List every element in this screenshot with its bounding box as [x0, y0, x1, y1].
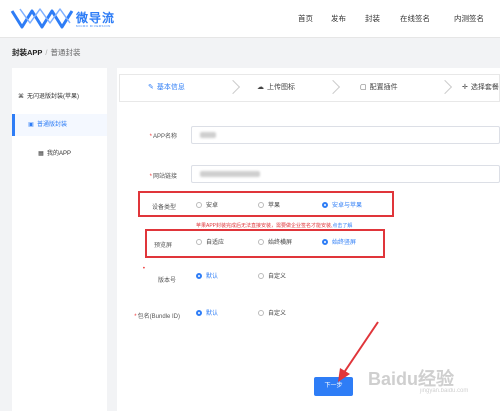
nav-online-sign[interactable]: 在线签名: [400, 13, 430, 25]
chevron-right-icon: [437, 79, 453, 95]
required-mark: •: [142, 266, 145, 272]
plus-icon: ✛: [462, 84, 468, 91]
next-step-button[interactable]: 下一步: [314, 377, 353, 396]
sidebar-item-label: 普通版封装: [37, 122, 68, 128]
ios-warning: 苹果APP封装完成后无法直接安装，需要做企业签名才能安装,点击了解: [196, 223, 353, 229]
redacted-value: [200, 132, 216, 138]
nav-publish[interactable]: 发布: [331, 13, 346, 25]
bundle-option-default[interactable]: 默认: [196, 308, 218, 317]
step-upload-icon[interactable]: ☁ 上传图标: [257, 75, 295, 101]
step-choose-plan[interactable]: ✛ 选择套餐: [462, 75, 499, 101]
apple-icon: ⌘: [18, 94, 24, 100]
app-name-label: *APP名称: [149, 134, 177, 140]
top-bar: 微导流 MICRO DIVERSION 首页 发布 封装 在线签名 内测签名: [0, 0, 500, 38]
breadcrumb-separator: /: [45, 48, 48, 57]
splash-option-portrait[interactable]: 始终竖屏: [322, 237, 356, 246]
splash-option-auto[interactable]: 自适应: [196, 237, 224, 246]
breadcrumb: 封装APP / 普通封装: [12, 47, 81, 58]
upload-icon: ☁: [257, 84, 264, 91]
version-option-default[interactable]: 默认: [196, 271, 218, 280]
version-option-custom[interactable]: 自定义: [258, 271, 286, 280]
brand-subtitle: MICRO DIVERSION: [76, 24, 111, 28]
splash-label: 预览屏: [153, 243, 172, 249]
device-type-label: 设备类型: [151, 205, 176, 211]
step-label: 配置插件: [369, 84, 398, 91]
sidebar-item-normal[interactable]: ▣ 普通版封装: [12, 114, 107, 136]
step-label: 上传图标: [267, 84, 295, 91]
breadcrumb-root[interactable]: 封装APP: [12, 48, 42, 57]
url-label: *网站链接: [149, 174, 177, 180]
sidebar: ⌘ 无闪退版封装(苹果) ▣ 普通版封装 ▦ 我的APP: [12, 68, 107, 411]
grid-icon: ▦: [38, 151, 44, 157]
nav-beta-sign[interactable]: 内测签名: [454, 13, 484, 25]
edit-icon: ✎: [148, 84, 154, 91]
sidebar-item-label: 无闪退版封装(苹果): [27, 94, 79, 100]
url-input[interactable]: [191, 165, 500, 183]
sidebar-item-my-app[interactable]: ▦ 我的APP: [12, 143, 107, 165]
device-option-android[interactable]: 安卓: [196, 200, 218, 209]
breadcrumb-current: 普通封装: [50, 48, 81, 57]
step-plugins[interactable]: ▢ 配置插件: [360, 75, 398, 101]
app-name-input[interactable]: [191, 126, 500, 144]
step-label: 基本信息: [156, 84, 185, 91]
splash-option-landscape[interactable]: 始终横屏: [258, 237, 292, 246]
step-label: 选择套餐: [470, 84, 499, 91]
bundle-option-custom[interactable]: 自定义: [258, 308, 286, 317]
chevron-right-icon: [325, 79, 341, 95]
package-icon: ▣: [28, 122, 34, 128]
sidebar-item-no-crash[interactable]: ⌘ 无闪退版封装(苹果): [12, 86, 107, 108]
version-label: 版本号: [157, 278, 176, 284]
step-bar: ✎ 基本信息 ☁ 上传图标 ▢ 配置插件 ✛ 选择套餐: [119, 74, 500, 102]
nav-home[interactable]: 首页: [298, 13, 313, 25]
bundle-id-label: *包名(Bundle ID): [134, 314, 180, 320]
plugin-icon: ▢: [360, 84, 367, 91]
nav-package[interactable]: 封装: [365, 13, 380, 25]
watermark-url: jingyan.baidu.com: [420, 388, 469, 394]
device-option-both[interactable]: 安卓与苹果: [322, 200, 362, 209]
chevron-right-icon: [225, 79, 241, 95]
step-basic-info[interactable]: ✎ 基本信息: [148, 75, 185, 101]
redacted-value: [200, 171, 260, 177]
sidebar-item-label: 我的APP: [47, 151, 72, 157]
device-option-ios[interactable]: 苹果: [258, 200, 280, 209]
